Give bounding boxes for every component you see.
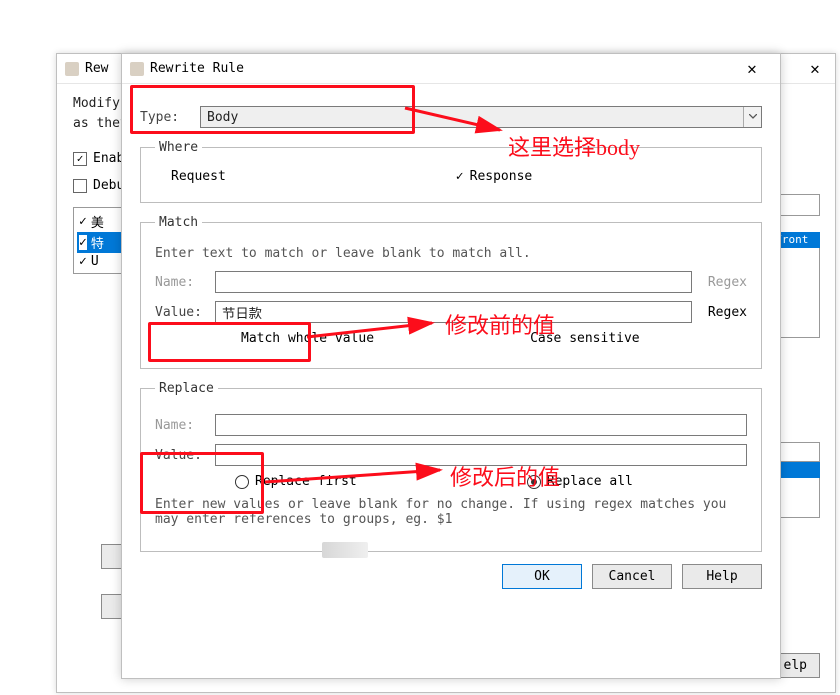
- case-sensitive-checkbox[interactable]: Case sensitive: [524, 331, 640, 346]
- list-item[interactable]: ✓美: [77, 211, 121, 232]
- replace-value-label: Value:: [155, 448, 215, 463]
- enable-label: Enab: [93, 151, 124, 166]
- redacted-value: [322, 542, 368, 558]
- dialog-titlebar: Rewrite Rule ✕: [122, 54, 780, 84]
- dialog-button-row: OK Cancel Help: [140, 564, 762, 589]
- match-name-input: [215, 271, 692, 293]
- help-button[interactable]: Help: [682, 564, 762, 589]
- list-item[interactable]: ✓U: [77, 253, 121, 270]
- enable-checkbox[interactable]: ✓Enab: [73, 151, 124, 166]
- where-group: Where Request ✓Response: [140, 140, 762, 203]
- list-item[interactable]: ✓特: [77, 232, 121, 253]
- match-legend: Match: [155, 215, 202, 230]
- type-combobox[interactable]: Body: [200, 106, 762, 128]
- titlebar-logo-icon: [65, 62, 79, 76]
- match-whole-checkbox[interactable]: Match whole value: [235, 331, 374, 346]
- match-name-regex: Regex: [702, 275, 747, 290]
- rules-list[interactable]: ✓美 ✓特 ✓U: [73, 207, 125, 274]
- replace-name-input: [215, 414, 747, 436]
- replace-note: Enter new values or leave blank for no c…: [155, 497, 747, 527]
- close-icon[interactable]: ✕: [732, 55, 772, 83]
- response-checkbox[interactable]: ✓Response: [456, 169, 532, 184]
- close-icon[interactable]: ✕: [795, 54, 835, 82]
- match-value-label: Value:: [155, 305, 215, 320]
- request-checkbox[interactable]: Request: [165, 169, 226, 184]
- type-value: Body: [201, 110, 743, 125]
- chevron-down-icon[interactable]: [743, 107, 761, 127]
- match-name-label: Name:: [155, 275, 215, 290]
- replace-value-input[interactable]: [215, 444, 747, 466]
- replace-legend: Replace: [155, 381, 218, 396]
- replace-all-radio[interactable]: Replace all: [527, 474, 633, 489]
- ok-button[interactable]: OK: [502, 564, 582, 589]
- cancel-button[interactable]: Cancel: [592, 564, 672, 589]
- titlebar-logo-icon: [130, 62, 144, 76]
- debug-label: Debu: [93, 178, 124, 193]
- rewrite-rule-dialog: Rewrite Rule ✕ Type: Body Where Request …: [121, 53, 781, 679]
- debug-checkbox[interactable]: Debu: [73, 178, 124, 193]
- match-group: Match Enter text to match or leave blank…: [140, 215, 762, 369]
- replace-group: Replace Name: Value: Replace first Repla…: [140, 381, 762, 552]
- dialog-title: Rewrite Rule: [150, 61, 732, 76]
- replace-first-radio[interactable]: Replace first: [235, 474, 357, 489]
- type-label: Type:: [140, 110, 200, 125]
- replace-name-label: Name:: [155, 418, 215, 433]
- where-legend: Where: [155, 140, 202, 155]
- match-value-input[interactable]: [215, 301, 692, 323]
- match-value-regex[interactable]: Regex: [702, 305, 747, 320]
- match-note: Enter text to match or leave blank to ma…: [155, 246, 747, 261]
